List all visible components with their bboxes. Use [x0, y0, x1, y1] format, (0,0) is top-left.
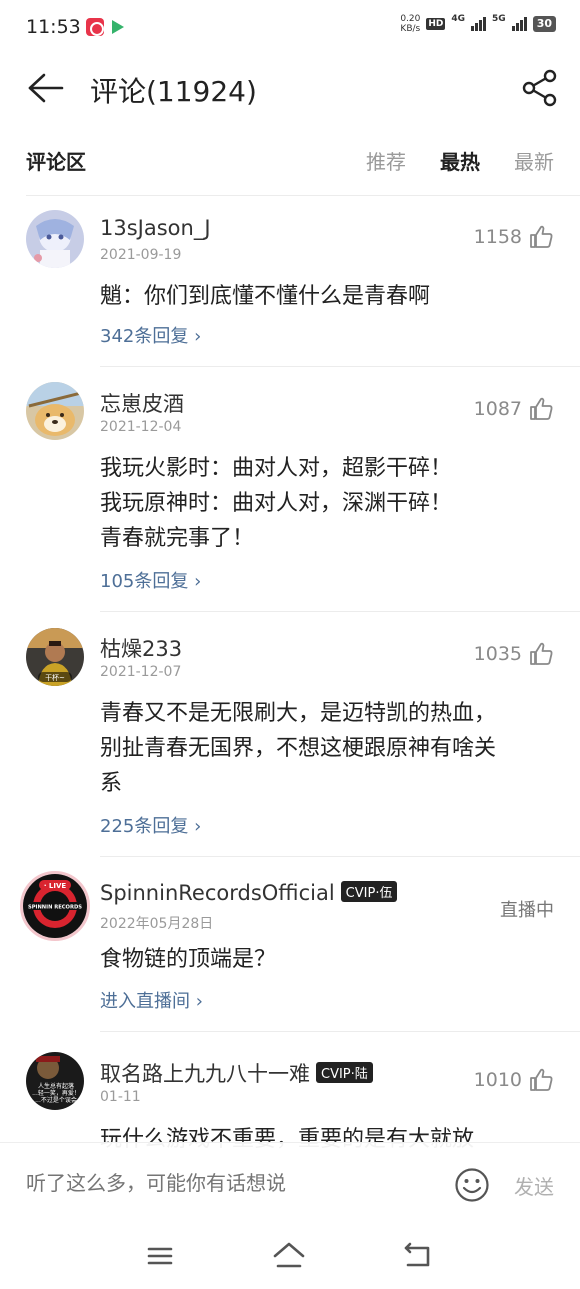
divider	[100, 1031, 580, 1032]
divider	[100, 611, 580, 612]
username[interactable]: SpinninRecordsOfficial CVIP·伍	[100, 880, 398, 905]
chevron-right-icon: ›	[194, 816, 202, 837]
avatar[interactable]: 干杯~	[26, 628, 84, 686]
4g-label: 4G	[451, 14, 466, 24]
divider	[100, 366, 580, 367]
chevron-right-icon: ›	[194, 571, 202, 592]
tab-recommended[interactable]: 推荐	[366, 146, 406, 175]
divider	[26, 195, 580, 196]
menu-icon[interactable]	[146, 1242, 174, 1270]
status-bar: 11:53 0.20 KB/s HD 4G 5G 30	[0, 0, 580, 56]
vip-badge: CVIP·陆	[316, 1061, 373, 1083]
home-icon[interactable]	[272, 1240, 306, 1270]
section-label: 评论区	[26, 150, 86, 174]
back-icon[interactable]	[402, 1240, 434, 1270]
battery-icon: 30	[532, 16, 556, 32]
like-count: 1087	[473, 398, 522, 420]
hd-voice-icon: HD	[426, 18, 446, 30]
like-count: 1010	[473, 1069, 522, 1091]
thumbs-up-icon	[530, 225, 553, 248]
share-icon[interactable]	[520, 68, 560, 108]
svg-text:· LIVE: · LIVE	[44, 882, 67, 890]
status-time: 11:53	[26, 16, 81, 38]
username[interactable]: 枯燥233	[100, 633, 182, 663]
vip-badge: CVIP·伍	[340, 880, 398, 902]
like-button[interactable]: 1087	[474, 396, 554, 422]
live-avatar[interactable]: SPINNIN RECORDS · LIVE	[20, 871, 90, 941]
enter-live-room-link[interactable]: 进入直播间 ›	[100, 987, 203, 1013]
tab-hottest[interactable]: 最热	[440, 146, 480, 175]
comment-date: 2021-09-19	[100, 247, 182, 263]
tab-newest[interactable]: 最新	[514, 146, 554, 175]
chevron-right-icon: ›	[194, 326, 202, 347]
like-count: 1158	[473, 226, 522, 248]
sort-tabs: 推荐 最热 最新	[366, 146, 554, 175]
thumbs-up-icon	[530, 642, 553, 665]
replies-link[interactable]: 225条回复 ›	[100, 812, 201, 838]
signal-4g-icon	[471, 17, 487, 31]
header: 评论(11924)	[0, 56, 580, 122]
comment-text: 青春又不是无限刷大，是迈特凯的热血， 别扯青春无国界，不想这梗跟原神有啥关 系	[100, 701, 497, 796]
network-speed: 0.20 KB/s	[400, 14, 421, 34]
like-count: 1035	[473, 643, 522, 665]
username[interactable]: 忘崽皮酒	[100, 388, 184, 418]
comment-date: 2021-12-07	[100, 664, 182, 680]
signal-5g-icon	[511, 17, 527, 31]
smile-icon[interactable]	[454, 1167, 490, 1203]
comment-date: 2022年05月28日	[100, 916, 214, 932]
comment-text: 魈：你们到底懂不懂什么是青春啊	[100, 284, 431, 309]
replies-link[interactable]: 105条回复 ›	[100, 567, 201, 593]
5g-label: 5G	[492, 14, 506, 24]
comment-text: 食物链的顶端是？	[100, 947, 277, 972]
arrow-left-icon[interactable]	[26, 72, 66, 104]
svg-text:人生总有起落: 人生总有起落	[38, 1082, 74, 1090]
avatar[interactable]	[26, 210, 84, 268]
username[interactable]: 取名路上九九八十一难 CVIP·陆	[100, 1058, 373, 1088]
avatar[interactable]: 人生总有起落 ...轻一笑，再爱！ ...不过是个误会	[26, 1052, 84, 1110]
comment-date: 01-11	[100, 1089, 141, 1105]
svg-text:...轻一笑，再爱！: ...轻一笑，再爱！	[32, 1089, 80, 1097]
thumbs-up-icon	[530, 1068, 553, 1091]
like-button[interactable]: 1035	[474, 641, 554, 667]
thumbs-up-icon	[530, 397, 553, 420]
svg-text:干杯~: 干杯~	[45, 673, 65, 682]
like-button[interactable]: 1010	[474, 1067, 554, 1093]
comment-input-bar: 发送	[0, 1142, 580, 1226]
system-nav-bar	[0, 1226, 580, 1289]
avatar[interactable]	[26, 382, 84, 440]
chevron-right-icon: ›	[195, 991, 203, 1012]
netease-music-icon	[86, 18, 104, 36]
live-status: 直播中	[500, 900, 554, 921]
replies-link[interactable]: 342条回复 ›	[100, 322, 201, 348]
play-store-icon	[112, 20, 124, 34]
like-button[interactable]: 1158	[474, 224, 554, 250]
comment-text: 我玩火影时：曲对人对，超影干碎！ 我玩原神时：曲对人对，深渊干碎！ 青春就完事了…	[100, 456, 453, 551]
page-title: 评论(11924)	[90, 75, 257, 108]
comment-date: 2021-12-04	[100, 419, 182, 435]
svg-text:SPINNIN RECORDS: SPINNIN RECORDS	[28, 905, 82, 911]
username[interactable]: 13sJason_J	[100, 216, 211, 240]
send-button[interactable]: 发送	[514, 1171, 554, 1200]
divider	[100, 856, 580, 857]
comment-input[interactable]	[26, 1171, 426, 1195]
comment-section-header: 评论区 推荐 最热 最新	[0, 122, 580, 196]
svg-text:...不过是个误会: ...不过是个误会	[35, 1096, 77, 1104]
